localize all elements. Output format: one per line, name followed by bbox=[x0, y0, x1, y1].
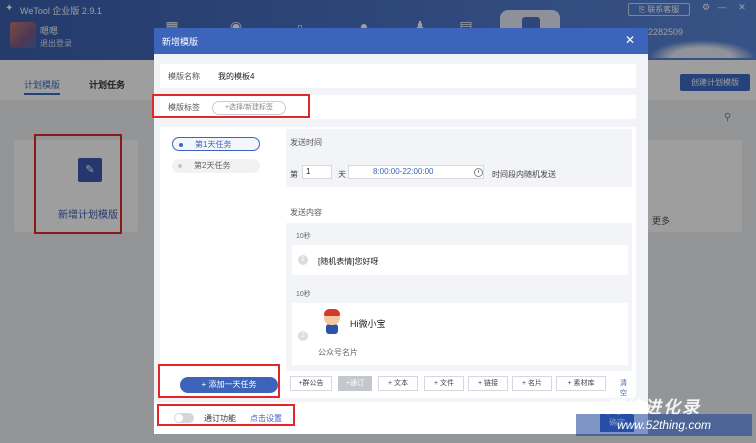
message-card[interactable]: 1 [随机表情]您好呀 bbox=[292, 245, 628, 275]
task-item-day2[interactable]: 第2天任务 bbox=[172, 159, 260, 173]
message-text: [随机表情]您好呀 bbox=[318, 257, 379, 266]
day-number-input[interactable]: 1 bbox=[302, 165, 332, 179]
add-card-button[interactable]: + 名片 bbox=[512, 376, 552, 391]
watermark-site: www.52thing.com bbox=[576, 414, 752, 436]
message-delay: 10秒 bbox=[296, 291, 311, 298]
task-item-day1[interactable]: 第1天任务 bbox=[172, 137, 260, 151]
time-range-picker[interactable]: 8:00:00-22:00:00 bbox=[348, 165, 484, 179]
random-send-note: 时间段内随机发送 bbox=[492, 170, 556, 179]
template-name-label: 模版名称 bbox=[168, 72, 200, 81]
highlight-box bbox=[158, 364, 280, 398]
send-time-section: 发送时间 第 1 天 8:00:00-22:00:00 时间段内随机发送 bbox=[286, 129, 632, 187]
add-link-button[interactable]: + 链接 bbox=[468, 376, 508, 391]
task-detail: 发送时间 第 1 天 8:00:00-22:00:00 时间段内随机发送 发送内… bbox=[286, 127, 632, 398]
add-material-button[interactable]: + 素材库 bbox=[556, 376, 606, 391]
content-toolbar: +群公告 +通订 + 文本 + 文件 + 链接 + 名片 + 素材库 清空 bbox=[290, 376, 632, 397]
clock-icon bbox=[474, 168, 483, 177]
card-subtitle: 公众号名片 bbox=[318, 348, 358, 357]
template-name-row: 模版名称 我的模板4 bbox=[160, 64, 636, 88]
close-icon[interactable]: ✕ bbox=[625, 33, 635, 47]
highlight-box bbox=[157, 404, 295, 426]
message-card[interactable]: 2 Hi微小宝 公众号名片 bbox=[292, 303, 628, 365]
add-file-button[interactable]: + 文件 bbox=[424, 376, 464, 391]
card-title: Hi微小宝 bbox=[350, 319, 386, 329]
active-dot-icon bbox=[179, 143, 183, 147]
day-prefix: 第 bbox=[290, 170, 298, 179]
add-group-notice-button[interactable]: +群公告 bbox=[290, 376, 332, 391]
dot-icon bbox=[178, 164, 182, 168]
highlight-box bbox=[152, 94, 310, 118]
message-number: 1 bbox=[298, 255, 308, 265]
mascot-avatar-icon bbox=[320, 309, 344, 335]
dialog-header: 新增模版 ✕ bbox=[154, 28, 648, 54]
message-number: 2 bbox=[298, 331, 308, 341]
add-subscribe-button[interactable]: +通订 bbox=[338, 376, 372, 391]
send-time-title: 发送时间 bbox=[290, 138, 322, 147]
dialog-title: 新增模版 bbox=[162, 37, 199, 47]
template-name-input[interactable]: 我的模板4 bbox=[218, 71, 254, 82]
day-suffix: 天 bbox=[338, 170, 346, 179]
message-delay: 10秒 bbox=[296, 233, 311, 240]
message-list: 10秒 1 [随机表情]您好呀 10秒 2 Hi微小宝 公众号名片 bbox=[286, 223, 632, 371]
task-panel: 第1天任务 第2天任务 + 添加一天任务 发送时间 第 1 天 8:00:00-… bbox=[160, 127, 636, 398]
add-text-button[interactable]: + 文本 bbox=[378, 376, 418, 391]
send-content-title: 发送内容 bbox=[290, 208, 322, 217]
